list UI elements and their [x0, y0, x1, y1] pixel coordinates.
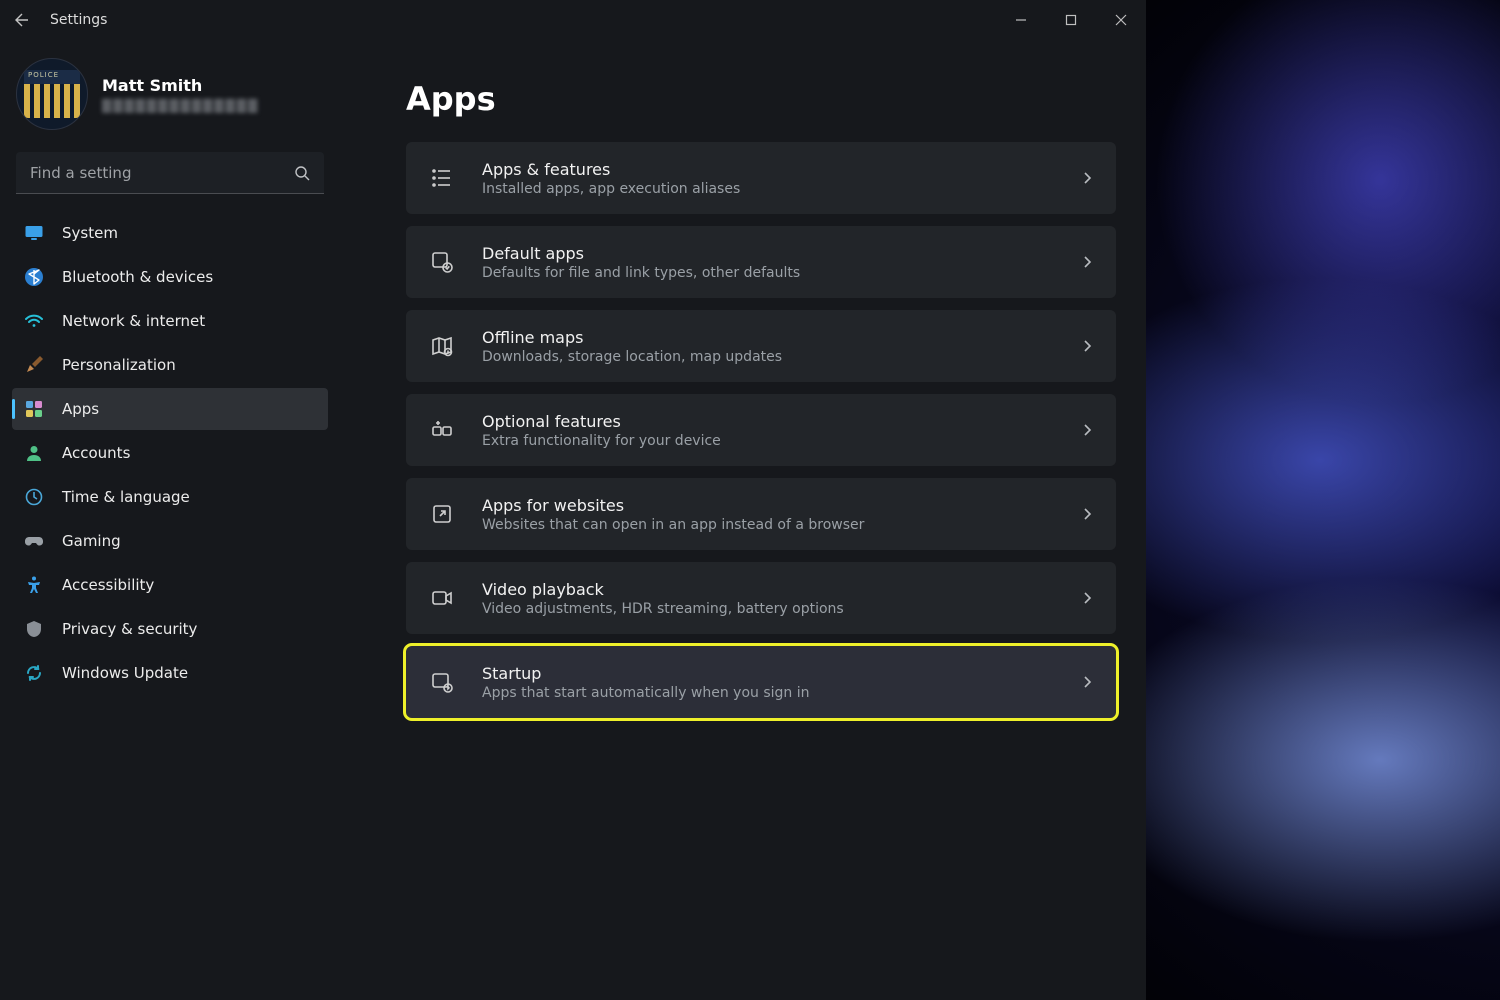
row-startup[interactable]: Startup Apps that start automatically whe…: [406, 646, 1116, 718]
chevron-right-icon: [1080, 591, 1094, 605]
sidebar-item-label: Bluetooth & devices: [62, 268, 213, 286]
user-profile[interactable]: Matt Smith ██████████████: [12, 58, 328, 146]
sidebar-item-accessibility[interactable]: Accessibility: [12, 564, 328, 606]
row-title: Apps & features: [482, 160, 1054, 179]
chevron-right-icon: [1080, 507, 1094, 521]
search-icon: [294, 165, 310, 181]
row-title: Default apps: [482, 244, 1054, 263]
video-icon: [428, 584, 456, 612]
gamepad-icon: [24, 531, 44, 551]
row-apps-features[interactable]: Apps & features Installed apps, app execu…: [406, 142, 1116, 214]
row-title: Video playback: [482, 580, 1054, 599]
sidebar-item-label: Personalization: [62, 356, 176, 374]
sidebar-item-label: Network & internet: [62, 312, 205, 330]
sidebar-item-label: Privacy & security: [62, 620, 197, 638]
update-icon: [24, 663, 44, 683]
open-external-icon: [428, 500, 456, 528]
sidebar-item-time-language[interactable]: Time & language: [12, 476, 328, 518]
row-title: Apps for websites: [482, 496, 1054, 515]
sidebar-item-label: Accounts: [62, 444, 130, 462]
minimize-button[interactable]: [996, 0, 1046, 40]
default-apps-icon: [428, 248, 456, 276]
row-subtitle: Video adjustments, HDR streaming, batter…: [482, 601, 1054, 617]
shield-icon: [24, 619, 44, 639]
row-title: Optional features: [482, 412, 1054, 431]
sidebar-item-network[interactable]: Network & internet: [12, 300, 328, 342]
optional-features-icon: [428, 416, 456, 444]
maximize-button[interactable]: [1046, 0, 1096, 40]
map-icon: [428, 332, 456, 360]
user-name: Matt Smith: [102, 76, 259, 95]
chevron-right-icon: [1080, 675, 1094, 689]
system-icon: [24, 223, 44, 243]
clock-globe-icon: [24, 487, 44, 507]
sidebar-item-accounts[interactable]: Accounts: [12, 432, 328, 474]
person-icon: [24, 443, 44, 463]
content: Apps Apps & features Installed apps, app …: [340, 58, 1146, 1000]
back-button[interactable]: [12, 10, 32, 30]
sidebar-item-label: Time & language: [62, 488, 190, 506]
row-title: Offline maps: [482, 328, 1054, 347]
chevron-right-icon: [1080, 255, 1094, 269]
row-video-playback[interactable]: Video playback Video adjustments, HDR str…: [406, 562, 1116, 634]
row-offline-maps[interactable]: Offline maps Downloads, storage location,…: [406, 310, 1116, 382]
close-icon: [1115, 14, 1127, 26]
sidebar-item-label: Apps: [62, 400, 99, 418]
row-default-apps[interactable]: Default apps Defaults for file and link t…: [406, 226, 1116, 298]
sidebar-item-personalization[interactable]: Personalization: [12, 344, 328, 386]
sidebar-item-label: Gaming: [62, 532, 121, 550]
sidebar-item-system[interactable]: System: [12, 212, 328, 254]
maximize-icon: [1065, 14, 1077, 26]
row-subtitle: Defaults for file and link types, other …: [482, 265, 1054, 281]
row-subtitle: Apps that start automatically when you s…: [482, 685, 1054, 701]
chevron-right-icon: [1080, 423, 1094, 437]
page-title: Apps: [406, 80, 1116, 118]
row-subtitle: Websites that can open in an app instead…: [482, 517, 1054, 533]
search-input[interactable]: [16, 152, 324, 194]
sidebar-item-privacy[interactable]: Privacy & security: [12, 608, 328, 650]
nav: System Bluetooth & devices Network & int…: [12, 212, 328, 694]
row-subtitle: Downloads, storage location, map updates: [482, 349, 1054, 365]
row-subtitle: Installed apps, app execution aliases: [482, 181, 1054, 197]
back-arrow-icon: [14, 12, 30, 28]
titlebar: Settings: [0, 0, 1146, 40]
settings-rows: Apps & features Installed apps, app execu…: [406, 142, 1116, 718]
sidebar-item-bluetooth[interactable]: Bluetooth & devices: [12, 256, 328, 298]
accessibility-icon: [24, 575, 44, 595]
sidebar: Matt Smith ██████████████ System Bluetoo…: [0, 58, 340, 1000]
row-title: Startup: [482, 664, 1054, 683]
list-icon: [428, 164, 456, 192]
sidebar-item-gaming[interactable]: Gaming: [12, 520, 328, 562]
sidebar-item-apps[interactable]: Apps: [12, 388, 328, 430]
sidebar-item-label: System: [62, 224, 118, 242]
window-title: Settings: [50, 12, 107, 28]
window-controls: [996, 0, 1146, 40]
startup-icon: [428, 668, 456, 696]
sidebar-item-windows-update[interactable]: Windows Update: [12, 652, 328, 694]
user-email: ██████████████: [102, 99, 259, 113]
row-subtitle: Extra functionality for your device: [482, 433, 1054, 449]
close-button[interactable]: [1096, 0, 1146, 40]
chevron-right-icon: [1080, 171, 1094, 185]
row-apps-for-websites[interactable]: Apps for websites Websites that can open …: [406, 478, 1116, 550]
row-optional-features[interactable]: Optional features Extra functionality for…: [406, 394, 1116, 466]
settings-window: Settings Matt Smith ██████████████: [0, 0, 1146, 1000]
bluetooth-icon: [24, 267, 44, 287]
apps-icon: [24, 399, 44, 419]
avatar: [16, 58, 88, 130]
paintbrush-icon: [24, 355, 44, 375]
sidebar-item-label: Accessibility: [62, 576, 154, 594]
sidebar-item-label: Windows Update: [62, 664, 188, 682]
wifi-icon: [24, 311, 44, 331]
chevron-right-icon: [1080, 339, 1094, 353]
minimize-icon: [1015, 14, 1027, 26]
